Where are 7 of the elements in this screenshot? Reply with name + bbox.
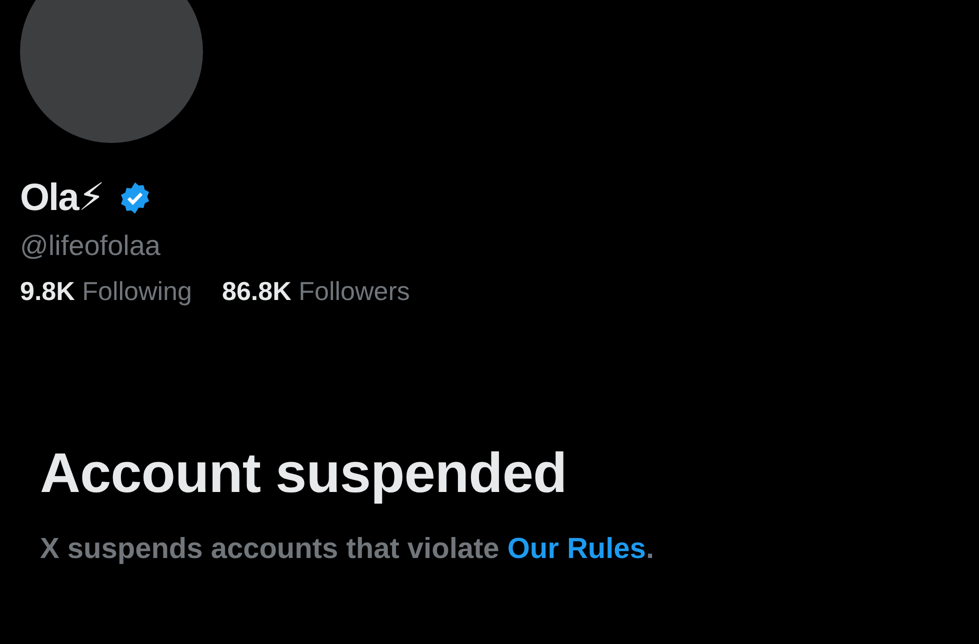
- username: @lifeofolaa: [20, 230, 161, 262]
- suspension-title: Account suspended: [40, 440, 567, 505]
- follow-stat-link[interactable]: 9.8K Following: [20, 276, 192, 307]
- display-name: Ola⚡: [20, 176, 104, 220]
- rules-link[interactable]: Our Rules: [507, 533, 646, 565]
- suspension-message: X suspends accounts that violate Our Rules.: [40, 533, 654, 566]
- follow-stat-link[interactable]: 86.8K Followers: [222, 276, 410, 307]
